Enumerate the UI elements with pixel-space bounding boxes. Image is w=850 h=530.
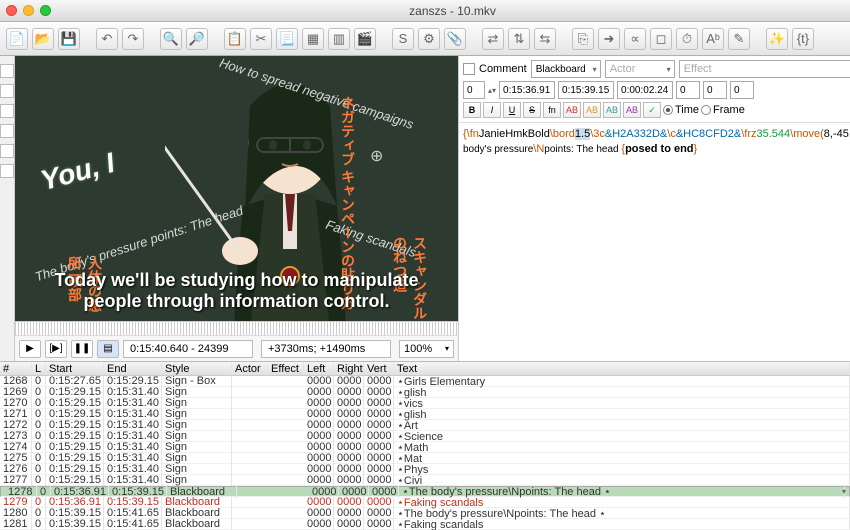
duration-input[interactable]: 0:00:02.24 bbox=[617, 81, 673, 99]
box-button[interactable]: ◻ bbox=[650, 28, 672, 50]
style-select[interactable]: Blackboard bbox=[531, 60, 601, 78]
undo-button[interactable]: ↶ bbox=[96, 28, 118, 50]
frame-mode-label: Frame bbox=[713, 104, 745, 116]
pointer-tool[interactable] bbox=[0, 64, 14, 78]
save-button[interactable]: 💾 bbox=[58, 28, 80, 50]
comment-label: Comment bbox=[479, 63, 527, 75]
new-button[interactable]: 📄 bbox=[6, 28, 28, 50]
grid-header: #LStartEndStyleActorEffectLeftRightVertT… bbox=[0, 362, 850, 376]
timer-button[interactable]: ⏱ bbox=[676, 28, 698, 50]
main-toolbar: 📄📂💾 ↶↷ 🔍🔎 📋✂📃▦▥🎬 S⚙📎 ⇄⇅⇆ ⎘➜∝◻⏱Aᵇ✎ ✨{t} bbox=[0, 22, 850, 56]
margin-vert-input[interactable]: 0 bbox=[730, 81, 754, 99]
subtitle-text-input[interactable]: {\fnJanieHmkBold\bord1.5\3c&H2A332D&\c&H… bbox=[459, 123, 850, 361]
wand-button[interactable]: ✨ bbox=[766, 28, 788, 50]
effect-select[interactable]: Effect bbox=[679, 60, 850, 78]
video-subtitle-overlay: Today we'll be studying how to manipulat… bbox=[15, 270, 458, 313]
bold-button[interactable]: B bbox=[463, 102, 481, 118]
move-tool[interactable] bbox=[0, 84, 14, 98]
time-mode-radio[interactable] bbox=[663, 105, 673, 115]
subtitle-grid[interactable]: #LStartEndStyleActorEffectLeftRightVertT… bbox=[0, 361, 850, 530]
video-preview[interactable]: You, I The body's pressure points: The h… bbox=[15, 56, 458, 321]
col-end[interactable]: End bbox=[104, 363, 162, 375]
color1-button[interactable]: AB bbox=[563, 102, 581, 118]
cut-button[interactable]: ✂ bbox=[250, 28, 272, 50]
color4-button[interactable]: AB bbox=[623, 102, 641, 118]
redo-button[interactable]: ↷ bbox=[122, 28, 144, 50]
table-row[interactable]: 127800:15:36.910:15:39.15Blackboard00000… bbox=[0, 486, 850, 497]
zoom-window-button[interactable] bbox=[40, 5, 51, 16]
video-overlay-text-main: You, I bbox=[37, 147, 118, 197]
time-mode-label: Time bbox=[675, 104, 699, 116]
toggle-autoscroll-button[interactable]: ▤ bbox=[97, 340, 119, 358]
arrow-button[interactable]: ➜ bbox=[598, 28, 620, 50]
col-style[interactable]: Style bbox=[162, 363, 232, 375]
clip-button[interactable]: 🎬 bbox=[354, 28, 376, 50]
col-#[interactable]: # bbox=[0, 363, 32, 375]
italic-button[interactable]: I bbox=[483, 102, 501, 118]
copy-button[interactable]: 📋 bbox=[224, 28, 246, 50]
col-text[interactable]: Text bbox=[394, 363, 850, 375]
attach-button[interactable]: 📎 bbox=[444, 28, 466, 50]
titlebar: zanszs - 10.mkv bbox=[0, 0, 850, 22]
commit-button[interactable]: ✓ bbox=[643, 102, 661, 118]
end-time-input[interactable]: 0:15:39.15 bbox=[558, 81, 614, 99]
table-row[interactable]: 128100:15:39.150:15:41.65Blackboard00000… bbox=[0, 519, 850, 530]
comment-checkbox[interactable] bbox=[463, 63, 475, 75]
open-button[interactable]: 📂 bbox=[32, 28, 54, 50]
clip-tool[interactable] bbox=[0, 144, 14, 158]
vector-tool[interactable] bbox=[0, 164, 14, 178]
find-button[interactable]: 🔍 bbox=[160, 28, 182, 50]
minimize-window-button[interactable] bbox=[23, 5, 34, 16]
video-tool-sidebar bbox=[0, 56, 15, 361]
close-window-button[interactable] bbox=[6, 5, 17, 16]
margin-right-input[interactable]: 0 bbox=[703, 81, 727, 99]
audio-waveform[interactable] bbox=[15, 322, 458, 336]
zoom-button[interactable]: 🔎 bbox=[186, 28, 208, 50]
col-actor[interactable]: Actor bbox=[232, 363, 268, 375]
sort-button[interactable]: ⇅ bbox=[508, 28, 530, 50]
underline-button[interactable]: U bbox=[503, 102, 521, 118]
scale-tool[interactable] bbox=[0, 124, 14, 138]
shift-button[interactable]: ⇄ bbox=[482, 28, 504, 50]
playback-shift-display: +3730ms; +1490ms bbox=[261, 340, 391, 358]
tag-button[interactable]: {t} bbox=[792, 28, 814, 50]
spell-button[interactable]: Aᵇ bbox=[702, 28, 724, 50]
jump-button[interactable]: ⎘ bbox=[572, 28, 594, 50]
subtitle-edit-panel: Comment Blackboard Actor Effect 0 ▴▾ 0:1… bbox=[458, 56, 850, 361]
props-button[interactable]: ⚙ bbox=[418, 28, 440, 50]
col-l[interactable]: L bbox=[32, 363, 46, 375]
paste-button[interactable]: 📃 bbox=[276, 28, 298, 50]
frame-mode-radio[interactable] bbox=[701, 105, 711, 115]
col-vert[interactable]: Vert bbox=[364, 363, 394, 375]
grid-button[interactable]: ▦ bbox=[302, 28, 324, 50]
video-overlay-target-icon: ⊕ bbox=[370, 146, 383, 166]
styles-button[interactable]: S bbox=[392, 28, 414, 50]
actor-select[interactable]: Actor bbox=[605, 60, 675, 78]
rotate-tool[interactable] bbox=[0, 104, 14, 118]
fish-button[interactable]: ∝ bbox=[624, 28, 646, 50]
grid2-button[interactable]: ▥ bbox=[328, 28, 350, 50]
margin-left-input[interactable]: 0 bbox=[676, 81, 700, 99]
layer-spinner-icon[interactable]: ▴▾ bbox=[488, 86, 496, 95]
font-button[interactable]: fn bbox=[543, 102, 561, 118]
color3-button[interactable]: AB bbox=[603, 102, 621, 118]
brush-button[interactable]: ✎ bbox=[728, 28, 750, 50]
strike-button[interactable]: S bbox=[523, 102, 541, 118]
play-line-button[interactable]: [▶] bbox=[45, 340, 67, 358]
window-controls bbox=[6, 5, 51, 16]
swap-button[interactable]: ⇆ bbox=[534, 28, 556, 50]
playback-time-display: 0:15:40.640 - 24399 bbox=[123, 340, 253, 358]
col-start[interactable]: Start bbox=[46, 363, 104, 375]
video-zoom-select[interactable]: 100% bbox=[399, 340, 454, 358]
color2-button[interactable]: AB bbox=[583, 102, 601, 118]
window-title: zanszs - 10.mkv bbox=[61, 4, 844, 18]
col-right[interactable]: Right bbox=[334, 363, 364, 375]
col-effect[interactable]: Effect bbox=[268, 363, 304, 375]
pause-button[interactable]: ❚❚ bbox=[71, 340, 93, 358]
start-time-input[interactable]: 0:15:36.91 bbox=[499, 81, 555, 99]
col-left[interactable]: Left bbox=[304, 363, 334, 375]
layer-input[interactable]: 0 bbox=[463, 81, 485, 99]
play-button[interactable]: ▶ bbox=[19, 340, 41, 358]
